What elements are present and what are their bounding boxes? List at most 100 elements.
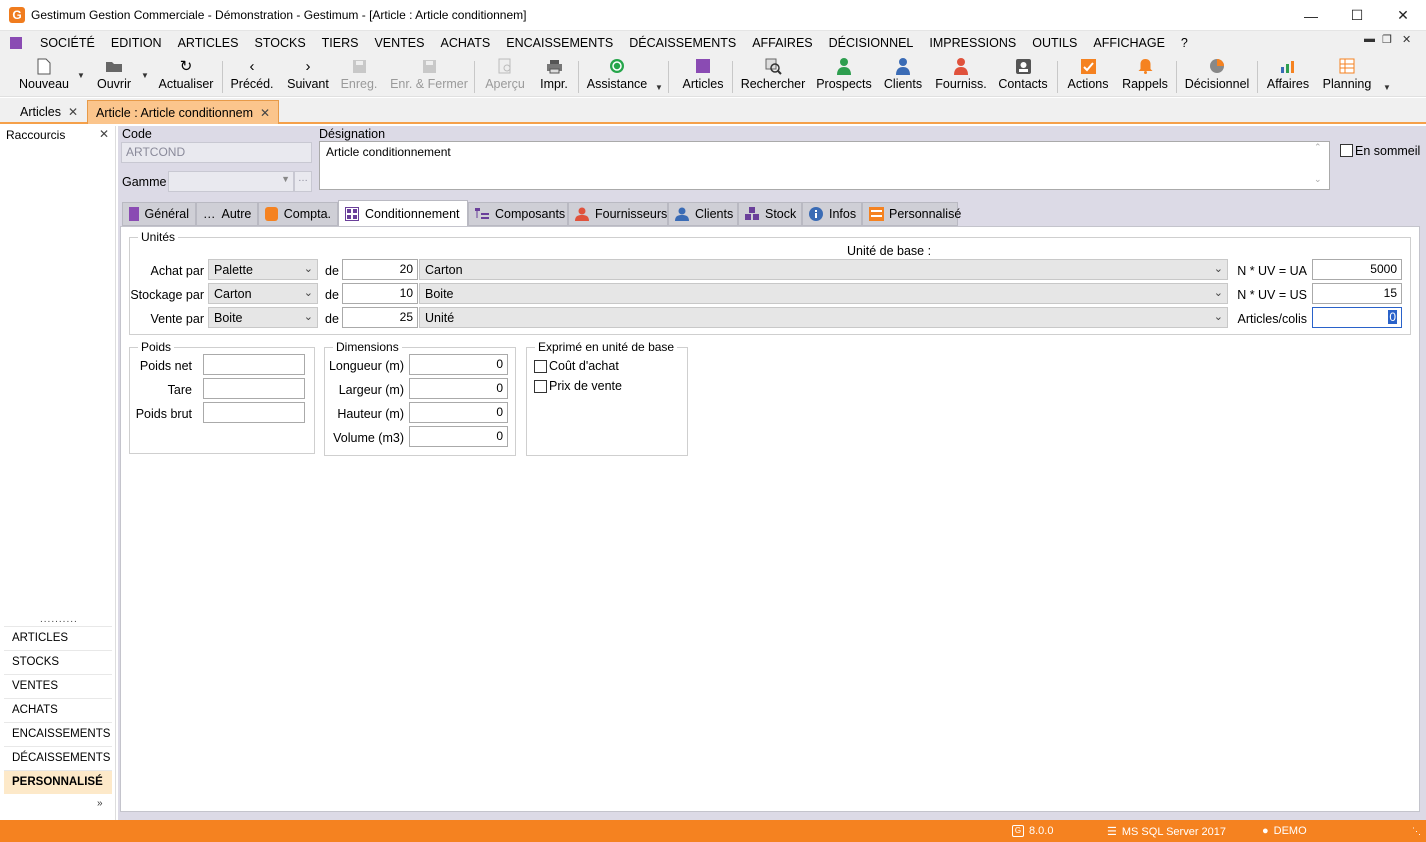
menu-help[interactable]: ? <box>1173 36 1196 50</box>
sidebar-item-personnalise[interactable]: PERSONNALISÉ <box>4 770 112 794</box>
longueur-input[interactable]: 0 <box>409 354 508 375</box>
mdi-close-icon[interactable]: ✕ <box>1402 33 1411 46</box>
menu-articles[interactable]: ARTICLES <box>170 36 247 50</box>
tab-conditionnement[interactable]: Conditionnement <box>338 200 468 227</box>
tab-personnalise[interactable]: Personnalisé <box>862 202 961 226</box>
achat-unit-select[interactable]: Palette ⌄ <box>208 259 318 280</box>
menu-stocks[interactable]: STOCKS <box>246 36 313 50</box>
sidebar-item-ventes[interactable]: VENTES <box>4 674 112 698</box>
vente-qty-input[interactable]: 25 <box>342 307 418 328</box>
tab-infos[interactable]: Infos <box>802 202 862 226</box>
articles-button[interactable]: Articles <box>681 57 725 95</box>
close-icon[interactable]: ✕ <box>68 105 78 119</box>
vente-unit-select[interactable]: Boite ⌄ <box>208 307 318 328</box>
suivant-button[interactable]: › Suivant <box>286 57 330 95</box>
doc-tab-articles[interactable]: Articles ✕ <box>12 100 86 124</box>
close-icon[interactable]: ✕ <box>260 106 270 120</box>
menu-societe[interactable]: SOCIÉTÉ <box>32 36 103 50</box>
toolbar-overflow-icon[interactable]: ▼ <box>655 83 663 92</box>
tab-general[interactable]: Général <box>122 202 196 226</box>
n-uv-us-input[interactable]: 15 <box>1312 283 1402 304</box>
close-icon[interactable]: ✕ <box>99 127 109 141</box>
actions-button[interactable]: Actions <box>1066 57 1110 95</box>
code-field[interactable]: ARTCOND <box>121 142 312 163</box>
nouveau-dropdown-icon[interactable]: ▼ <box>77 71 85 80</box>
clients-button[interactable]: Clients <box>883 57 923 95</box>
ouvrir-button[interactable]: Ouvrir <box>94 57 134 95</box>
actualiser-button[interactable]: ↻ Actualiser <box>158 57 214 95</box>
menu-app-icon[interactable] <box>10 37 22 49</box>
prospects-button[interactable]: Prospects <box>816 57 872 95</box>
achat-qty-input[interactable]: 20 <box>342 259 418 280</box>
enr-fermer-button[interactable]: Enr. & Fermer <box>390 57 468 95</box>
n-uv-ua-input[interactable]: 5000 <box>1312 259 1402 280</box>
menu-ventes[interactable]: VENTES <box>366 36 432 50</box>
volume-input[interactable]: 0 <box>409 426 508 447</box>
tab-clients[interactable]: Clients <box>668 202 738 226</box>
rechercher-button[interactable]: Rechercher <box>741 57 805 95</box>
gamme-select[interactable]: ▼ <box>168 171 294 192</box>
expand-more-icon[interactable]: » <box>97 798 103 809</box>
achat-base-select[interactable]: Carton ⌄ <box>419 259 1228 280</box>
minimize-icon[interactable]: — <box>1288 0 1334 31</box>
cout-achat-checkbox[interactable] <box>534 360 547 373</box>
sidebar-item-decaissements[interactable]: DÉCAISSEMENTS <box>4 746 112 770</box>
nouveau-button[interactable]: Nouveau <box>18 57 70 95</box>
ouvrir-dropdown-icon[interactable]: ▼ <box>141 71 149 80</box>
sidebar-item-articles[interactable]: ARTICLES <box>4 626 112 650</box>
maximize-icon[interactable]: ☐ <box>1334 0 1380 31</box>
menu-affichage[interactable]: AFFICHAGE <box>1085 36 1173 50</box>
hauteur-input[interactable]: 0 <box>409 402 508 423</box>
menu-affaires[interactable]: AFFAIRES <box>744 36 820 50</box>
articles-colis-input[interactable]: 0 <box>1312 307 1402 328</box>
menu-tiers[interactable]: TIERS <box>314 36 367 50</box>
en-sommeil-checkbox[interactable] <box>1340 144 1353 157</box>
scroll-up-icon[interactable]: ⌃ <box>1314 142 1322 153</box>
apercu-button[interactable]: Aperçu <box>484 57 526 95</box>
tare-input[interactable] <box>203 378 305 399</box>
gamme-browse-button[interactable]: … <box>294 171 312 192</box>
menu-outils[interactable]: OUTILS <box>1024 36 1085 50</box>
contacts-button[interactable]: Contacts <box>998 57 1048 95</box>
mdi-restore-icon[interactable]: ❐ <box>1382 33 1392 46</box>
stockage-unit-select[interactable]: Carton ⌄ <box>208 283 318 304</box>
menu-decaissements[interactable]: DÉCAISSEMENTS <box>621 36 744 50</box>
sidebar-splitter[interactable]: .......... <box>40 614 78 625</box>
affaires-button[interactable]: Affaires <box>1266 57 1310 95</box>
stockage-base-select[interactable]: Boite ⌄ <box>419 283 1228 304</box>
fourniss-button[interactable]: Fourniss. <box>935 57 987 95</box>
sidebar-item-stocks[interactable]: STOCKS <box>4 650 112 674</box>
toolbar-overflow-icon[interactable]: ▼ <box>1383 83 1391 92</box>
resize-grip-icon[interactable]: ⋱ <box>1412 826 1421 837</box>
close-icon[interactable]: ✕ <box>1380 0 1426 31</box>
preced-button[interactable]: ‹ Précéd. <box>230 57 273 95</box>
decisionnel-button[interactable]: Décisionnel <box>1185 57 1249 95</box>
tab-composants[interactable]: Composants <box>468 202 568 226</box>
sidebar-item-encaissements[interactable]: ENCAISSEMENTS <box>4 722 112 746</box>
tab-fournisseurs[interactable]: Fournisseurs <box>568 202 668 226</box>
prix-vente-checkbox[interactable] <box>534 380 547 393</box>
stockage-qty-input[interactable]: 10 <box>342 283 418 304</box>
largeur-input[interactable]: 0 <box>409 378 508 399</box>
menu-edition[interactable]: EDITION <box>103 36 170 50</box>
poids-brut-input[interactable] <box>203 402 305 423</box>
rappels-button[interactable]: Rappels <box>1122 57 1168 95</box>
enreg-button[interactable]: Enreg. <box>341 57 377 95</box>
mdi-minimize-icon[interactable]: ▬ <box>1364 33 1375 45</box>
sidebar-item-achats[interactable]: ACHATS <box>4 698 112 722</box>
menu-achats[interactable]: ACHATS <box>432 36 498 50</box>
planning-button[interactable]: Planning <box>1322 57 1372 95</box>
assistance-button[interactable]: Assistance <box>587 57 647 95</box>
poids-net-input[interactable] <box>203 354 305 375</box>
tab-stock[interactable]: Stock <box>738 202 802 226</box>
doc-tab-article-detail[interactable]: Article : Article conditionnem ✕ <box>87 100 280 124</box>
menu-encaissements[interactable]: ENCAISSEMENTS <box>498 36 621 50</box>
menu-impressions[interactable]: IMPRESSIONS <box>921 36 1024 50</box>
tab-autre[interactable]: … Autre <box>196 202 258 226</box>
designation-field[interactable]: Article conditionnement <box>319 141 1330 190</box>
menu-decisionnel[interactable]: DÉCISIONNEL <box>821 36 922 50</box>
impr-button[interactable]: Impr. <box>538 57 570 95</box>
tab-compta[interactable]: Compta. <box>258 202 338 226</box>
vente-base-select[interactable]: Unité ⌄ <box>419 307 1228 328</box>
scroll-down-icon[interactable]: ⌄ <box>1314 174 1322 185</box>
